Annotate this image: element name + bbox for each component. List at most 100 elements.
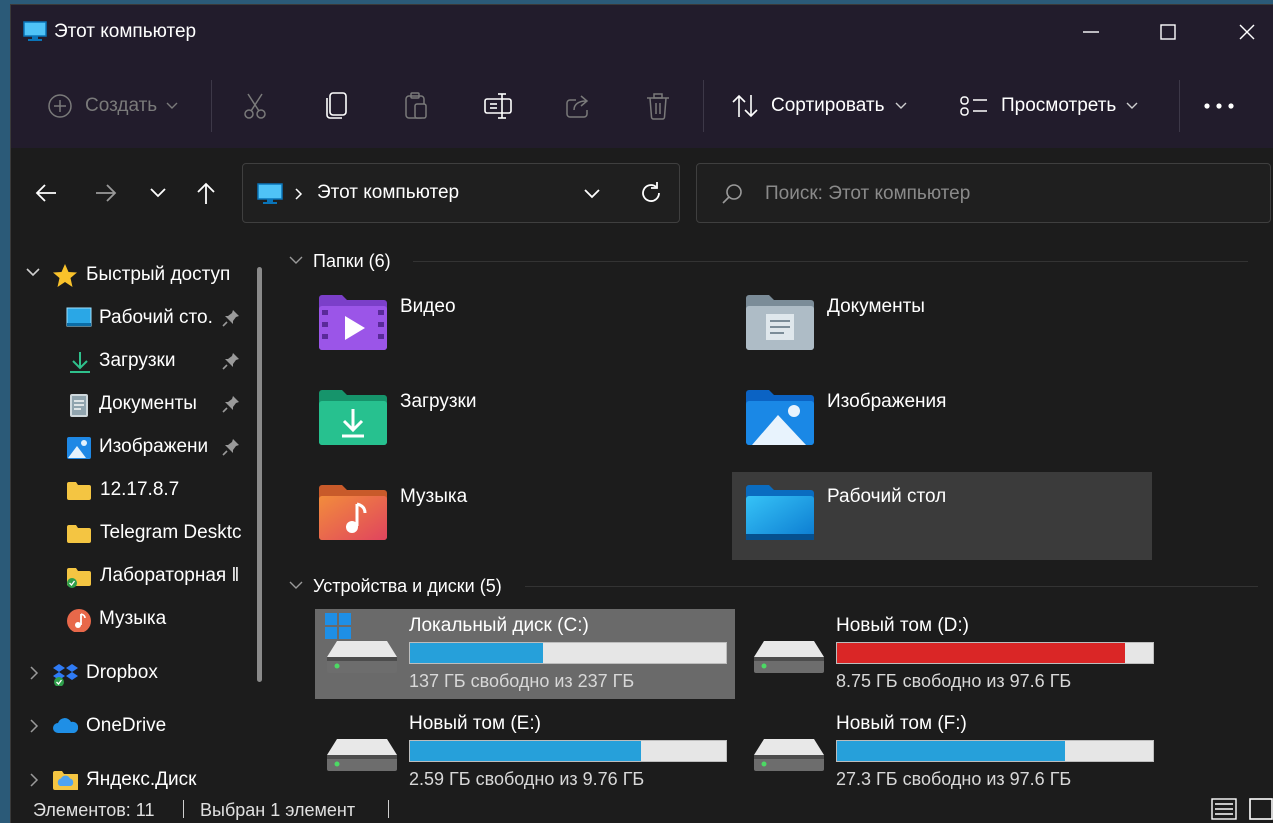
drives-group-header[interactable]: Устройства и диски (5) <box>289 571 502 601</box>
minimize-icon <box>1083 31 1099 33</box>
search-box[interactable]: Поиск: Этот компьютер <box>696 163 1271 223</box>
drive-f[interactable]: Новый том (F:) 27.3 ГБ свободно из 97.6 … <box>742 707 1162 797</box>
desktop-icon <box>66 307 92 327</box>
close-button[interactable] <box>1224 15 1270 49</box>
cut-button[interactable] <box>241 86 269 126</box>
maximize-icon <box>1160 24 1176 40</box>
sidebar-item-pictures[interactable]: Изображени <box>11 427 261 467</box>
back-button[interactable] <box>29 176 63 210</box>
up-button[interactable] <box>189 176 223 210</box>
arrow-left-icon <box>35 184 56 202</box>
chevron-down-icon <box>289 581 303 589</box>
address-dropdown-icon[interactable] <box>583 188 601 200</box>
this-pc-icon <box>23 21 47 41</box>
view-list-icon <box>960 96 987 116</box>
folder-icon <box>67 525 91 543</box>
sort-label: Сортировать <box>771 95 885 116</box>
chevron-down-icon <box>150 188 166 198</box>
sidebar-item-documents[interactable]: Документы <box>11 384 261 424</box>
copy-icon <box>326 92 347 119</box>
drive-free-space: 8.75 ГБ свободно из 97.6 ГБ <box>836 671 1072 691</box>
sidebar-item-label: Загрузки <box>99 350 176 371</box>
drive-d[interactable]: Новый том (D:) 8.75 ГБ свободно из 97.6 … <box>742 609 1162 699</box>
sort-button[interactable]: Сортировать <box>731 86 907 126</box>
view-label: Просмотреть <box>1001 95 1117 116</box>
sidebar-item-desktop[interactable]: Рабочий сто. <box>11 298 261 338</box>
folder-music[interactable]: Музыка <box>305 472 725 560</box>
pin-icon[interactable] <box>221 308 241 328</box>
sidebar-item-label: Музыка <box>99 608 167 629</box>
drive-e[interactable]: Новый том (E:) 2.59 ГБ свободно из 9.76 … <box>315 707 735 797</box>
chevron-right-icon[interactable] <box>29 666 39 680</box>
delete-button[interactable] <box>645 86 671 126</box>
toolbar-divider <box>211 80 212 132</box>
chevron-down-icon[interactable] <box>25 267 41 279</box>
desktop-folder-icon <box>746 485 814 540</box>
status-divider <box>183 800 184 818</box>
pin-icon[interactable] <box>221 394 241 414</box>
sidebar-item-label: 12.17.8.7 <box>100 479 180 500</box>
drive-usage-fill <box>837 741 1065 761</box>
scissors-icon <box>244 93 266 119</box>
large-icons-view-icon[interactable] <box>1249 798 1273 820</box>
drive-name: Новый том (E:) <box>409 713 541 734</box>
sidebar-item-label: OneDrive <box>86 715 167 736</box>
drive-usage-fill <box>837 643 1125 663</box>
rename-button[interactable] <box>483 86 513 126</box>
sidebar-item-yandex-disk[interactable]: Яндекс.Диск <box>11 760 261 794</box>
folders-group-header[interactable]: Папки (6) <box>289 246 391 276</box>
paste-button[interactable] <box>403 86 429 126</box>
forward-button[interactable] <box>89 176 123 210</box>
download-icon <box>70 352 90 373</box>
folder-desktop[interactable]: Рабочий стол <box>732 472 1152 560</box>
paste-icon <box>405 92 427 119</box>
folder-pictures[interactable]: Изображения <box>732 377 1152 465</box>
copy-button[interactable] <box>323 86 349 126</box>
chevron-right-icon[interactable] <box>29 773 39 787</box>
folder-documents[interactable]: Документы <box>732 282 1152 370</box>
sidebar-item-dropbox[interactable]: Dropbox <box>11 653 261 693</box>
folder-name: Загрузки <box>400 391 477 412</box>
sidebar-scrollbar[interactable] <box>257 267 262 682</box>
recent-locations-button[interactable] <box>141 176 175 210</box>
pin-icon[interactable] <box>221 351 241 371</box>
folder-videos[interactable]: Видео <box>305 282 725 370</box>
sidebar-item-downloads[interactable]: Загрузки <box>11 341 261 381</box>
create-button[interactable]: Создать <box>47 86 178 126</box>
drive-c[interactable]: Локальный диск (C:) 137 ГБ свободно из 2… <box>315 609 735 699</box>
plus-circle-icon <box>48 94 72 118</box>
windows-drive-icon <box>325 613 397 673</box>
chevron-right-icon[interactable] <box>29 719 39 733</box>
sidebar-item-folder-12-17-8-7[interactable]: 12.17.8.7 <box>11 470 261 510</box>
status-bar: Элементов: 11 Выбран 1 элемент <box>11 794 1273 823</box>
address-path[interactable]: Этот компьютер <box>317 182 459 204</box>
search-icon <box>722 184 742 204</box>
title-and-command-area: Этот компьютер Создать Сортировать Просм… <box>11 5 1273 148</box>
maximize-button[interactable] <box>1145 15 1191 49</box>
create-label: Создать <box>85 95 158 116</box>
sidebar-item-onedrive[interactable]: OneDrive <box>11 706 261 746</box>
minimize-button[interactable] <box>1068 15 1114 49</box>
more-options-button[interactable] <box>1203 86 1235 126</box>
sidebar-item-laboratory[interactable]: Лабораторная ‖ <box>11 556 261 596</box>
window-title: Этот компьютер <box>54 21 197 42</box>
sidebar-item-telegram-desktop[interactable]: Telegram Desktc <box>11 513 261 553</box>
folder-downloads[interactable]: Загрузки <box>305 377 725 465</box>
title-bar[interactable]: Этот компьютер <box>11 5 1273 55</box>
drive-usage-fill <box>410 741 641 761</box>
drive-usage-bar <box>409 642 727 664</box>
file-explorer-window: Этот компьютер Создать Сортировать Просм… <box>10 4 1273 823</box>
search-input[interactable]: Поиск: Этот компьютер <box>765 183 970 205</box>
sort-arrows-icon <box>732 94 758 118</box>
pin-icon[interactable] <box>221 437 241 457</box>
sidebar-item-label: Яндекс.Диск <box>86 769 197 790</box>
drive-usage-bar <box>409 740 727 762</box>
item-count: Элементов: 11 <box>33 800 155 820</box>
sidebar-item-quick-access[interactable]: Быстрый доступ <box>11 255 261 295</box>
share-button[interactable] <box>564 86 592 126</box>
details-view-icon[interactable] <box>1211 798 1237 820</box>
address-bar[interactable]: Этот компьютер <box>242 163 680 223</box>
sidebar-item-music[interactable]: Музыка <box>11 599 261 639</box>
refresh-icon[interactable] <box>639 181 663 205</box>
view-button[interactable]: Просмотреть <box>959 86 1138 126</box>
